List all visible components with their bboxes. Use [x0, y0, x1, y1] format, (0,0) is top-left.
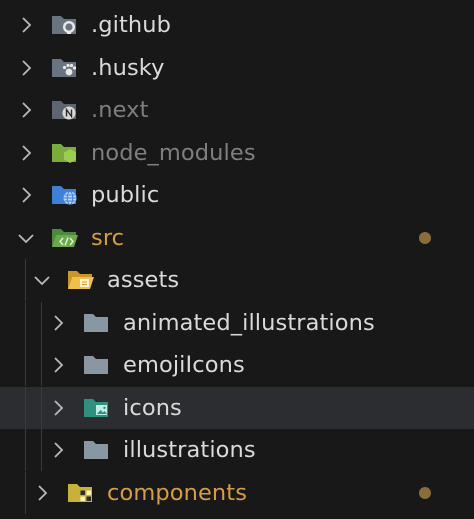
chevron-down-icon[interactable] [32, 270, 52, 290]
indent-guide [41, 344, 42, 386]
tree-item-icons[interactable]: icons [0, 387, 474, 429]
tree-item-label: icons [123, 395, 182, 421]
tree-item-illustrations[interactable]: illustrations [0, 429, 474, 471]
tree-item-assets[interactable]: assets [0, 259, 474, 301]
tree-item-label: public [91, 182, 160, 208]
folder-icon [82, 352, 112, 378]
folder-icon [82, 310, 112, 336]
folder-icon [82, 437, 112, 463]
tree-item-label: illustrations [123, 437, 256, 463]
images-folder-icon [82, 395, 112, 421]
public-folder-icon [50, 182, 80, 208]
chevron-right-icon[interactable] [48, 313, 68, 333]
indent-guide [25, 302, 26, 344]
tree-item-node-modules[interactable]: node_modules [0, 132, 474, 174]
assets-folder-open-icon [66, 267, 96, 293]
chevron-right-icon[interactable] [16, 15, 36, 35]
tree-item-label: .husky [91, 55, 165, 81]
tree-item-next[interactable]: .next [0, 89, 474, 131]
indent-guide [25, 472, 26, 514]
tree-item-label: assets [107, 267, 180, 293]
github-folder-icon [50, 12, 80, 38]
components-folder-icon [66, 480, 96, 506]
chevron-down-icon[interactable] [16, 228, 36, 248]
tree-item-label: emojiIcons [123, 352, 245, 378]
file-explorer-tree: .github .husky .next node_modules public… [0, 0, 474, 519]
node-modules-folder-icon [50, 140, 80, 166]
chevron-right-icon[interactable] [48, 440, 68, 460]
chevron-right-icon[interactable] [16, 185, 36, 205]
next-folder-icon [50, 97, 80, 123]
tree-item-animated-illustrations[interactable]: animated_illustrations [0, 302, 474, 344]
indent-guide [41, 302, 42, 344]
chevron-right-icon[interactable] [48, 398, 68, 418]
indent-guide [25, 429, 26, 471]
tree-item-husky[interactable]: .husky [0, 47, 474, 89]
modified-indicator-dot [419, 232, 431, 244]
tree-item-label: node_modules [91, 140, 256, 166]
chevron-right-icon[interactable] [32, 483, 52, 503]
tree-item-label: src [91, 225, 125, 251]
tree-item-components[interactable]: components [0, 472, 474, 514]
src-folder-icon [50, 225, 80, 251]
tree-item-public[interactable]: public [0, 174, 474, 216]
tree-item-label: components [107, 480, 248, 506]
tree-item-emojiicons[interactable]: emojiIcons [0, 344, 474, 386]
indent-guide [25, 259, 26, 301]
tree-item-label: .next [91, 97, 149, 123]
modified-indicator-dot [419, 487, 431, 499]
chevron-right-icon[interactable] [16, 100, 36, 120]
tree-item-label: .github [91, 12, 172, 38]
husky-folder-icon [50, 55, 80, 81]
indent-guide [25, 344, 26, 386]
tree-item-src[interactable]: src [0, 217, 474, 259]
indent-guide [41, 429, 42, 471]
indent-guide [41, 387, 42, 429]
tree-item-label: animated_illustrations [123, 310, 375, 336]
indent-guide [25, 387, 26, 429]
tree-item-github[interactable]: .github [0, 4, 474, 46]
chevron-right-icon[interactable] [48, 355, 68, 375]
chevron-right-icon[interactable] [16, 58, 36, 78]
chevron-right-icon[interactable] [16, 143, 36, 163]
